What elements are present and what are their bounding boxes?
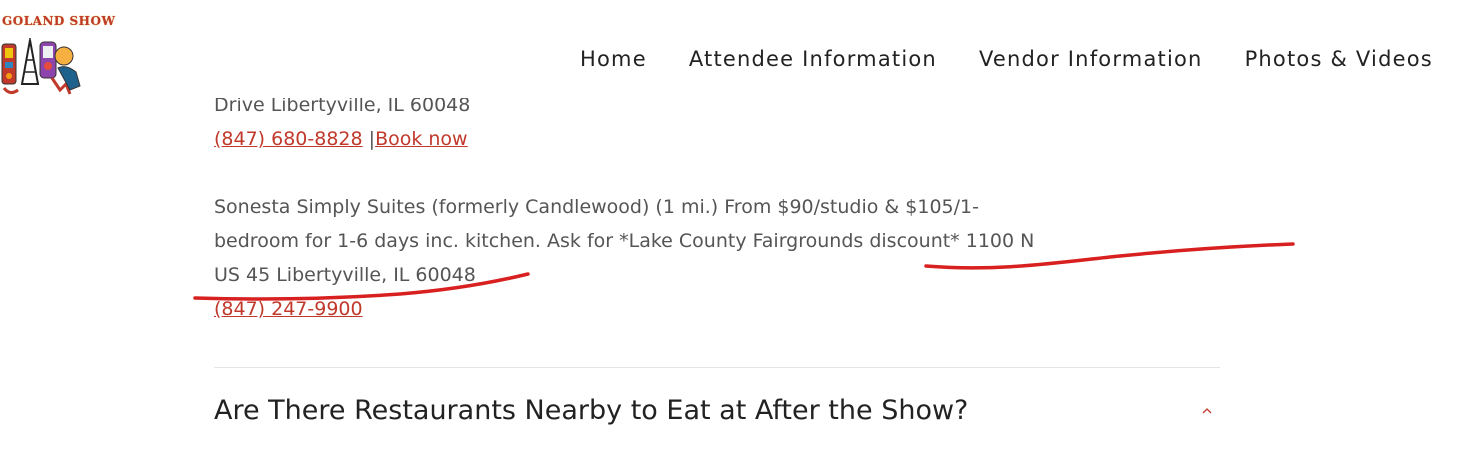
hotel2-line-1: Sonesta Simply Suites (formerly Candlewo…: [214, 196, 979, 218]
hotel1-book-now-link[interactable]: Book now: [375, 128, 468, 150]
partial-address-text: Drive Libertyville, IL 60048: [214, 98, 471, 116]
chevron-up-icon[interactable]: [1202, 406, 1212, 416]
nav-photos-videos[interactable]: Photos & Videos: [1245, 45, 1433, 73]
main-nav: Home Attendee Information Vendor Informa…: [580, 45, 1475, 73]
hotel2-line-3: US 45 Libertyville, IL 60048: [214, 264, 476, 286]
logo-text: GOLAND SHOW: [2, 14, 116, 28]
hotel-list: Drive Libertyville, IL 60048 (847) 680-8…: [214, 98, 1220, 326]
hotel2-description: Sonesta Simply Suites (formerly Candlewo…: [214, 190, 1154, 326]
hotel2-line-2: bedroom for 1-6 days inc. kitchen. Ask f…: [214, 230, 1035, 252]
nav-home[interactable]: Home: [580, 45, 647, 73]
faq-accordion-header[interactable]: Are There Restaurants Nearby to Eat at A…: [214, 395, 1220, 426]
partial-address-line: Drive Libertyville, IL 60048: [214, 98, 1220, 122]
nav-attendee-information[interactable]: Attendee Information: [689, 45, 937, 73]
hotel2-phone-link[interactable]: (847) 247-9900: [214, 298, 363, 320]
site-logo[interactable]: GOLAND SHOW: [0, 0, 130, 100]
hotel1-phone-link[interactable]: (847) 680-8828: [214, 128, 363, 150]
hotel1-contact: (847) 680-8828 |Book now: [214, 122, 1220, 156]
nav-vendor-information[interactable]: Vendor Information: [979, 45, 1203, 73]
section-divider: [214, 367, 1220, 368]
logo-illustration-icon: [1, 38, 81, 95]
faq-title: Are There Restaurants Nearby to Eat at A…: [214, 395, 969, 426]
